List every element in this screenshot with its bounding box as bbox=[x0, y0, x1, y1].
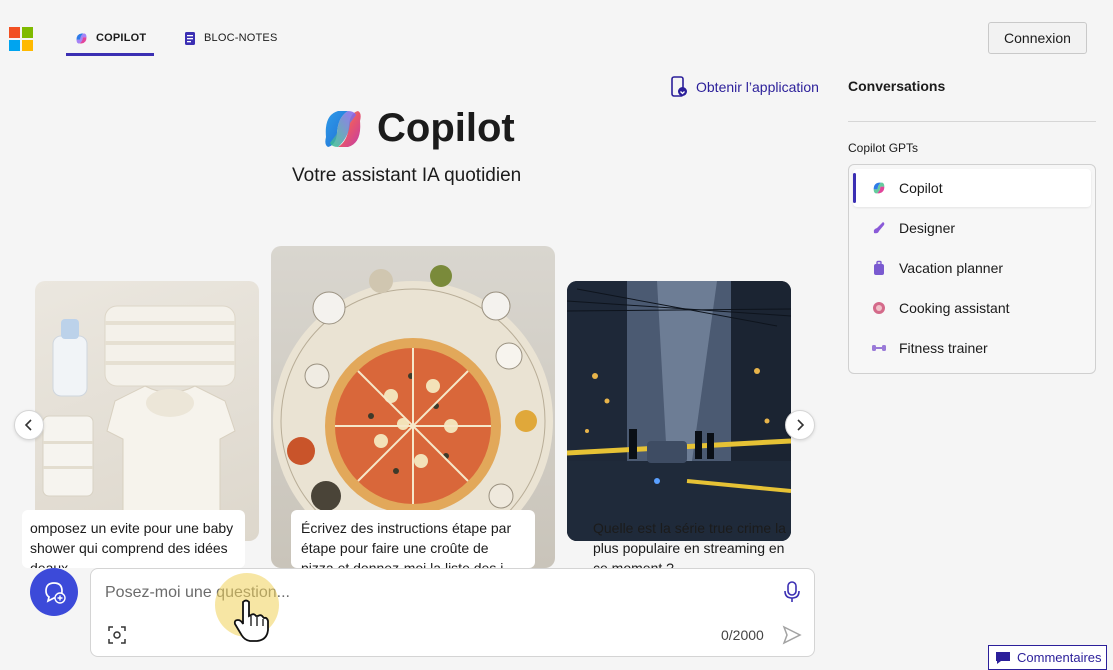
divider bbox=[848, 121, 1096, 122]
gpt-item-copilot[interactable]: Copilot bbox=[853, 169, 1091, 207]
login-button[interactable]: Connexion bbox=[988, 22, 1087, 54]
get-app-link[interactable]: Obtenir l’application bbox=[670, 76, 819, 98]
card-caption[interactable]: Quelle est la série true crime la plus p… bbox=[583, 510, 805, 568]
designer-icon bbox=[873, 222, 885, 234]
gpt-item-label: Designer bbox=[899, 220, 956, 236]
gpts-section-label: Copilot GPTs bbox=[848, 141, 919, 155]
carousel-prev-button[interactable] bbox=[14, 410, 44, 440]
chat-input[interactable] bbox=[105, 581, 765, 605]
gpt-item-vacation-planner[interactable]: Vacation planner bbox=[853, 249, 1091, 287]
prompt-card-true-crime[interactable] bbox=[567, 281, 791, 541]
gpt-item-label: Vacation planner bbox=[899, 260, 1004, 276]
page-title: Copilot bbox=[377, 106, 515, 150]
tab-copilot-label: COPILOT bbox=[96, 32, 147, 44]
cooking-icon bbox=[873, 302, 885, 314]
gpt-list: Copilot Designer Vacation planner Cookin… bbox=[848, 164, 1096, 374]
phone-icon bbox=[671, 76, 687, 97]
gpt-item-label: Copilot bbox=[899, 180, 943, 196]
gpt-item-cooking-assistant[interactable]: Cooking assistant bbox=[853, 289, 1091, 327]
copilot-logo-icon bbox=[325, 111, 361, 147]
feedback-button[interactable]: Commentaires bbox=[988, 645, 1107, 670]
chevron-left-icon bbox=[24, 419, 32, 431]
new-chat-icon bbox=[45, 582, 66, 604]
crime-scene-image bbox=[567, 281, 791, 541]
feedback-icon bbox=[996, 651, 1010, 664]
tab-copilot[interactable]: COPILOT bbox=[65, 20, 155, 56]
microphone-icon[interactable] bbox=[783, 581, 801, 603]
feedback-label: Commentaires bbox=[1017, 650, 1102, 665]
suitcase-icon bbox=[874, 260, 884, 275]
copilot-icon bbox=[76, 33, 87, 43]
image-capture-icon[interactable] bbox=[108, 626, 126, 644]
new-topic-button[interactable] bbox=[30, 568, 78, 616]
microsoft-logo[interactable] bbox=[9, 27, 33, 51]
hand-cursor-icon bbox=[233, 599, 269, 642]
gpt-item-fitness-trainer[interactable]: Fitness trainer bbox=[853, 329, 1091, 367]
copilot-icon bbox=[873, 182, 885, 194]
gpt-item-label: Cooking assistant bbox=[899, 300, 1010, 316]
tab-notebook[interactable]: BLOC-NOTES bbox=[184, 20, 278, 56]
page-subtitle: Votre assistant IA quotidien bbox=[292, 165, 522, 186]
card-caption[interactable]: omposez un evite pour une baby shower qu… bbox=[22, 510, 245, 568]
prompt-card-baby-shower[interactable] bbox=[35, 281, 259, 541]
gpt-item-designer[interactable]: Designer bbox=[853, 209, 1091, 247]
character-counter: 0/2000 bbox=[721, 627, 764, 643]
gpt-item-label: Fitness trainer bbox=[899, 340, 988, 356]
get-app-label: Obtenir l’application bbox=[696, 79, 819, 95]
baby-clothes-image bbox=[42, 305, 236, 532]
chevron-right-icon bbox=[797, 419, 805, 431]
chat-composer: 0/2000 bbox=[90, 568, 815, 657]
conversations-heading: Conversations bbox=[848, 78, 946, 94]
send-icon[interactable] bbox=[782, 625, 802, 645]
carousel-next-button[interactable] bbox=[785, 410, 815, 440]
card-caption[interactable]: Écrivez des instructions étape par étape… bbox=[291, 510, 535, 568]
tab-notebook-label: BLOC-NOTES bbox=[204, 32, 278, 44]
dumbbell-icon bbox=[872, 345, 886, 351]
notebook-icon bbox=[185, 31, 195, 45]
